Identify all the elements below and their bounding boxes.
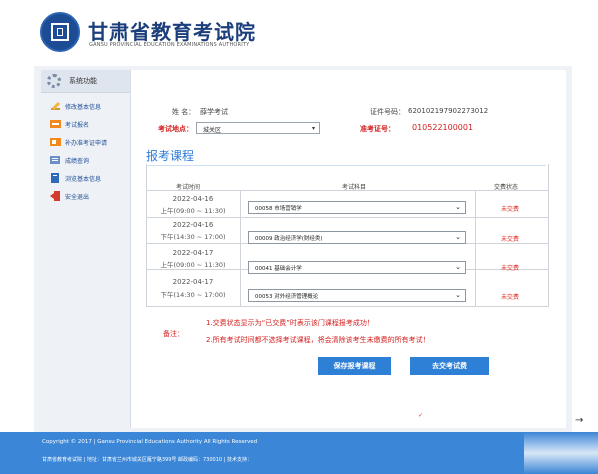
sidebar-item-label: 安全退出 — [65, 194, 90, 201]
row-date: 2022-04-16 — [172, 195, 214, 203]
status-badge: 未交费 — [500, 206, 519, 213]
row-time: 上午(09:00 ~ 11:30) — [160, 261, 226, 269]
logo-icon — [40, 12, 80, 52]
site-title: 甘肃省教育考试院 — [88, 20, 256, 44]
location-label: 考试地点： — [158, 125, 193, 133]
stray-mark: ✓ — [418, 412, 424, 419]
footer-copyright: Copyright © 2017 | Gansu Provincial Educ… — [42, 439, 258, 445]
table-border — [240, 190, 241, 307]
course-value: 00009 政治经济学(财经类) — [255, 236, 323, 242]
admission-label: 准考证号： — [360, 125, 395, 133]
id-number-label: 证件号码： — [370, 108, 405, 116]
logout-icon — [50, 191, 60, 201]
sidebar-item-label: 修改基本信息 — [65, 104, 102, 111]
save-courses-button[interactable]: 保存报考课程 — [318, 357, 391, 375]
note-line-1: 1.交费状态显示为“已交费”时表示该门课程报考成功！ — [206, 319, 374, 327]
sidebar-item-label: 成绩查询 — [65, 158, 90, 165]
notes-label: 备注： — [163, 330, 184, 338]
table-border — [548, 164, 549, 307]
id-card-icon — [50, 138, 61, 146]
row-time: 下午(14:30 ~ 17:00) — [160, 291, 226, 299]
sidebar-item-label: 考试报名 — [65, 122, 90, 129]
sidebar-item-register[interactable]: 考试报名 — [41, 116, 130, 133]
chevron-down-icon: ⌄ — [455, 291, 461, 299]
row-date: 2022-04-16 — [172, 221, 214, 229]
status-badge: 未交费 — [500, 236, 519, 243]
location-select[interactable]: 城关区 ▾ — [196, 122, 320, 134]
register-icon — [50, 120, 61, 128]
decorative-glow — [524, 432, 598, 474]
location-value: 城关区 — [203, 127, 222, 134]
gear-icon — [47, 74, 61, 88]
chevron-down-icon: ⌄ — [455, 233, 461, 241]
sidebar-item-edit-info[interactable]: 修改基本信息 — [41, 98, 130, 115]
pay-fee-button[interactable]: 去交考试费 — [410, 357, 489, 375]
sidebar-item-label: 浏览基本信息 — [65, 176, 102, 183]
site-header: 甘肃省教育考试院 GANSU PROVINCIAL EDUCATION EXAM… — [0, 0, 598, 66]
sidebar-heading-label: 系统功能 — [69, 77, 97, 85]
status-badge: 未交费 — [500, 294, 519, 301]
chevron-down-icon: ⌄ — [455, 203, 461, 211]
name-value: 薛学考试 — [200, 108, 228, 116]
note-line-2: 2.所有考试时间都不选择考试课程，将会清除该考生未缴费的所有考试！ — [206, 336, 430, 344]
pencil-icon — [51, 102, 60, 110]
course-value: 00053 对外经济管理概论 — [255, 294, 319, 300]
row-date: 2022-04-17 — [172, 278, 214, 286]
chevron-down-icon: ▾ — [311, 125, 315, 132]
sidebar-item-browse-info[interactable]: 浏览基本信息 — [41, 170, 130, 187]
footer-address: 甘肃省教育考试院 | 地址：甘肃省兰州市城关区雁宁路399号 邮政编码：7300… — [42, 457, 252, 463]
table-border — [146, 164, 147, 307]
course-value: 00058 市场营销学 — [255, 206, 302, 212]
row-time: 下午(14:30 ~ 17:00) — [160, 233, 226, 241]
sidebar-item-scores[interactable]: 成绩查询 — [41, 152, 130, 169]
name-label: 姓 名： — [172, 108, 196, 116]
table-border — [475, 190, 476, 307]
site-subtitle: GANSU PROVINCIAL EDUCATION EXAMINATIONS … — [89, 42, 250, 48]
sidebar-item-id-card[interactable]: 补办准考证申请 — [41, 134, 130, 151]
admission-value: 010522100001 — [412, 123, 474, 132]
sidebar-heading: 系统功能 — [41, 70, 130, 93]
row-time: 上午(09:00 ~ 11:30) — [160, 207, 226, 215]
sidebar: 系统功能 修改基本信息 考试报名 补办准考证申请 成绩查询 浏览基本信息 安全退… — [41, 70, 131, 428]
book-icon — [51, 173, 59, 183]
course-select[interactable]: 00053 对外经济管理概论 ⌄ — [248, 289, 466, 302]
section-title: 报考课程 — [146, 149, 195, 163]
course-select[interactable]: 00058 市场营销学 ⌄ — [248, 201, 466, 214]
site-footer: Copyright © 2017 | Gansu Provincial Educ… — [0, 432, 598, 474]
table-header-row — [146, 164, 548, 191]
sidebar-item-logout[interactable]: 安全退出 — [41, 188, 130, 205]
sidebar-item-label: 补办准考证申请 — [65, 140, 108, 147]
row-date: 2022-04-17 — [172, 249, 214, 257]
score-icon — [50, 156, 60, 164]
id-number-value: 620102197902273012 — [408, 107, 489, 115]
mouse-cursor-icon: → — [575, 415, 584, 426]
